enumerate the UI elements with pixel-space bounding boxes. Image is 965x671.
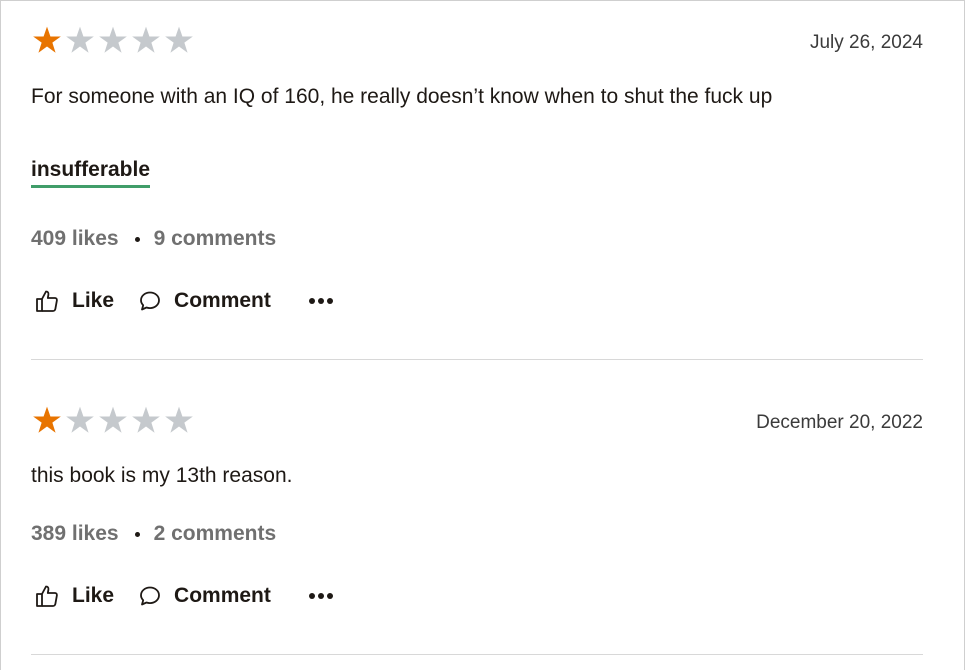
star-empty-icon — [99, 26, 127, 53]
star-empty-icon — [66, 406, 94, 433]
star-empty-icon — [99, 406, 127, 433]
review-actions: Like Comment — [31, 289, 333, 313]
like-label: Like — [72, 289, 115, 312]
star-filled-icon — [33, 406, 61, 433]
comment-button[interactable]: Comment — [138, 584, 271, 608]
more-options-button[interactable] — [308, 298, 333, 304]
comment-icon — [140, 586, 160, 606]
thumbs-up-icon — [36, 290, 58, 312]
review-date[interactable]: July 26, 2024 — [810, 32, 923, 54]
comments-count[interactable]: 9 comments — [154, 227, 277, 251]
comment-label: Comment — [174, 584, 271, 607]
review-divider — [31, 654, 923, 655]
like-button[interactable]: Like — [31, 584, 114, 608]
more-dot — [326, 298, 333, 304]
like-button[interactable]: Like — [31, 289, 114, 313]
review-stats: 389 likes 2 comments — [31, 522, 276, 546]
shelf-tag[interactable]: insufferable — [31, 158, 151, 188]
star-empty-icon — [66, 26, 94, 53]
reviews-panel: July 26, 2024 For someone with an IQ of … — [0, 0, 965, 670]
review-text: this book is my 13th reason. — [31, 464, 293, 487]
likes-count[interactable]: 409 likes — [31, 227, 119, 251]
separator-dot — [134, 531, 140, 537]
review-stats: 409 likes 9 comments — [31, 227, 276, 251]
star-empty-icon — [165, 26, 193, 53]
star-rating — [31, 405, 195, 435]
separator-dot — [134, 236, 140, 242]
like-label: Like — [72, 584, 115, 607]
more-dot — [317, 298, 324, 304]
review-actions: Like Comment — [31, 584, 333, 608]
comment-icon — [140, 291, 160, 311]
more-dot — [317, 593, 324, 599]
review-text: For someone with an IQ of 160, he really… — [31, 85, 773, 108]
more-horizontal-icon — [308, 298, 315, 304]
star-filled-icon — [33, 26, 61, 53]
star-empty-icon — [132, 26, 160, 53]
thumbs-up-icon — [36, 585, 58, 607]
more-dot — [326, 593, 333, 599]
comment-label: Comment — [174, 289, 271, 312]
likes-count[interactable]: 389 likes — [31, 522, 119, 546]
comment-button[interactable]: Comment — [138, 289, 271, 313]
more-options-button[interactable] — [308, 593, 333, 599]
more-horizontal-icon — [308, 593, 315, 599]
star-empty-icon — [132, 406, 160, 433]
review-card: July 26, 2024 For someone with an IQ of … — [31, 1, 923, 359]
review-date[interactable]: December 20, 2022 — [756, 412, 923, 434]
comments-count[interactable]: 2 comments — [154, 522, 277, 546]
review-card: December 20, 2022 this book is my 13th r… — [31, 360, 923, 654]
star-empty-icon — [165, 406, 193, 433]
star-rating — [31, 25, 195, 55]
